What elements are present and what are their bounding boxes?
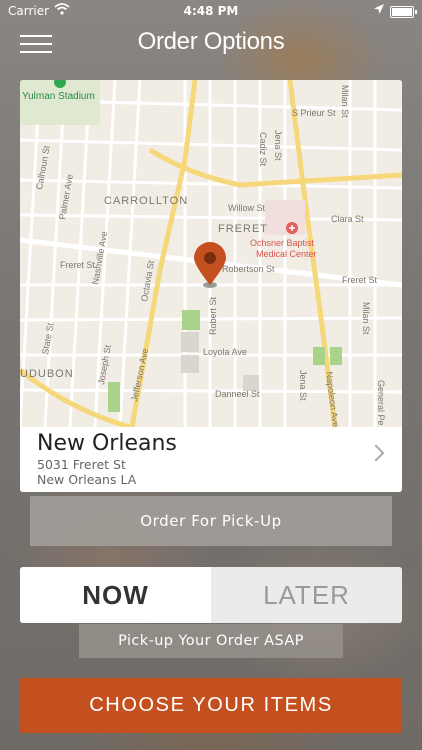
map-canvas: Yulman Stadium CARROLLTON FRERET Ochsner… xyxy=(20,80,402,430)
status-bar: Carrier 4:48 PM xyxy=(0,0,422,22)
location-arrow-icon xyxy=(374,4,384,14)
location-name: New Orleans xyxy=(37,431,177,456)
map-label: Milan St xyxy=(361,302,371,335)
map-label: Freret St xyxy=(342,275,378,285)
map-label: Jena St xyxy=(298,370,308,401)
map-label: Willow St xyxy=(228,203,266,213)
map-label: CARROLLTON xyxy=(104,195,188,207)
location-card: Yulman Stadium CARROLLTON FRERET Ochsner… xyxy=(20,80,402,492)
map-label: Robert St xyxy=(208,296,218,335)
map-label: Loyola Ave xyxy=(203,347,247,357)
order-pickup-button[interactable]: Order For Pick-Up xyxy=(30,496,392,546)
map-label: Yulman Stadium xyxy=(22,91,95,102)
map-label: Clara St xyxy=(331,214,364,224)
map-label: FRERET xyxy=(218,223,268,235)
battery-icon xyxy=(390,6,417,18)
time-toggle: NOW LATER xyxy=(20,567,402,623)
header: Order Options xyxy=(0,22,422,62)
map-view[interactable]: Yulman Stadium CARROLLTON FRERET Ochsner… xyxy=(20,80,402,430)
location-row[interactable]: New Orleans 5031 Freret St New Orleans L… xyxy=(20,427,402,492)
asap-label: Pick-up Your Order ASAP xyxy=(79,624,343,658)
map-label: Jena St xyxy=(273,130,283,161)
map-label: Freret St xyxy=(60,260,96,270)
map-label: General Pe xyxy=(376,380,386,426)
map-label: Medical Center xyxy=(256,249,317,259)
page-title: Order Options xyxy=(137,28,285,55)
chevron-right-icon xyxy=(367,444,385,462)
now-option[interactable]: NOW xyxy=(20,567,211,623)
map-label: Robertson St xyxy=(222,264,275,274)
map-label: Ochsner Baptist xyxy=(250,238,315,248)
map-label: Danneel St xyxy=(215,389,260,399)
clock: 4:48 PM xyxy=(183,4,239,18)
later-option[interactable]: LATER xyxy=(211,567,402,623)
map-label: S Prieur St xyxy=(292,108,336,118)
address-line-2: New Orleans LA xyxy=(37,472,137,487)
map-label: UDUBON xyxy=(20,368,74,380)
map-label: Cadiz St xyxy=(258,132,268,167)
choose-items-button[interactable]: CHOOSE YOUR ITEMS xyxy=(20,678,402,733)
address-line-1: 5031 Freret St xyxy=(37,457,126,472)
map-label: Milan St xyxy=(340,85,350,118)
